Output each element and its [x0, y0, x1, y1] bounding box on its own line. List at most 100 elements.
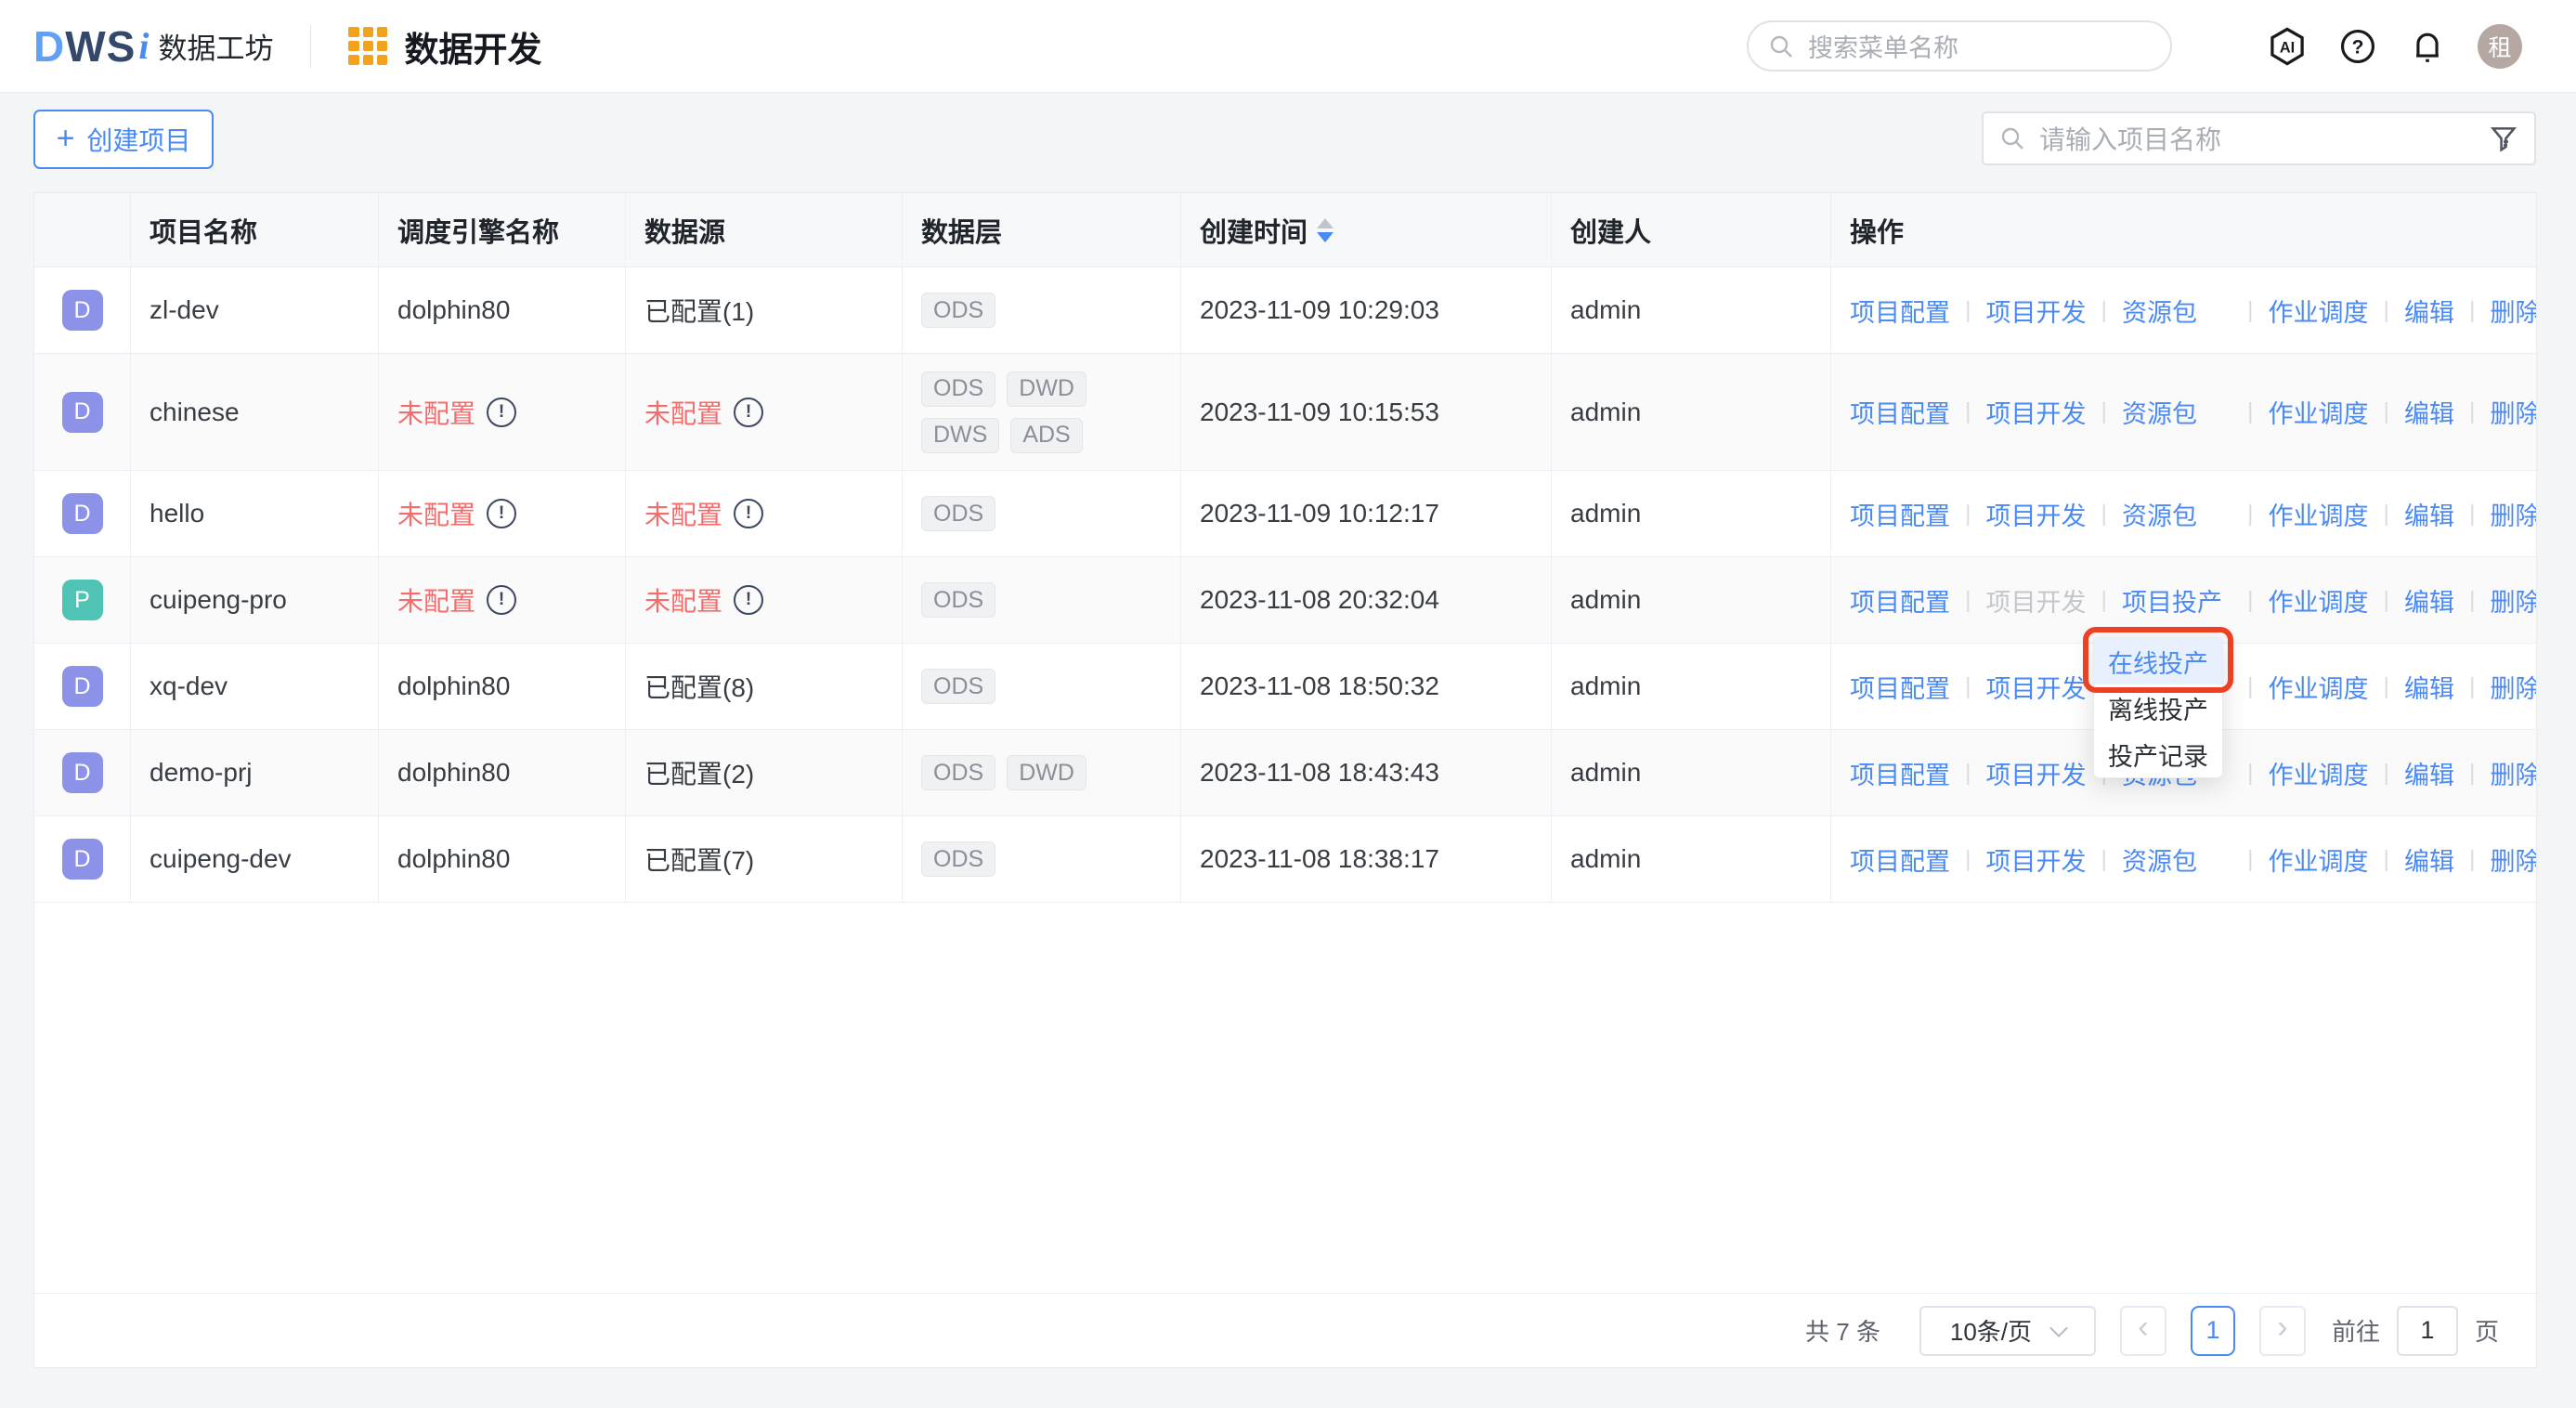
- goto-label: 前往: [2332, 1313, 2380, 1348]
- operation-link[interactable]: 删除: [2491, 841, 2537, 878]
- operation-link[interactable]: 资源包: [2122, 293, 2232, 329]
- datasource-cell: 未配置!: [626, 471, 903, 556]
- prev-page-button[interactable]: ‹: [2120, 1306, 2166, 1356]
- menu-search-input[interactable]: 搜索菜单名称: [1747, 20, 2172, 72]
- app-grid-icon[interactable]: [348, 27, 387, 66]
- operation-link[interactable]: 删除: [2491, 394, 2537, 430]
- operation-link[interactable]: 作业调度: [2269, 394, 2369, 430]
- datasource-cell-value: 已配置(2): [644, 754, 754, 791]
- dropdown-item-online-production[interactable]: 在线投产: [2094, 638, 2222, 684]
- operation-link[interactable]: 删除: [2491, 496, 2537, 532]
- creator: admin: [1552, 354, 1831, 470]
- datalayer-cell: ODS: [903, 267, 1181, 353]
- datalayer-cell: ODS: [903, 816, 1181, 902]
- operation-link[interactable]: 项目配置: [1850, 293, 1950, 329]
- operation-separator: |: [2247, 673, 2254, 700]
- notification-bell-icon[interactable]: [2407, 26, 2448, 67]
- goto-page-input[interactable]: [2397, 1306, 2458, 1356]
- datalayer-cell: ODS: [903, 557, 1181, 643]
- project-avatar: D: [62, 290, 103, 331]
- operation-link[interactable]: 作业调度: [2269, 669, 2369, 705]
- creator: admin: [1552, 557, 1831, 643]
- dropdown-item-offline-production[interactable]: 离线投产: [2094, 684, 2222, 731]
- operation-separator: |: [1965, 673, 1971, 700]
- sort-carets[interactable]: [1317, 218, 1334, 242]
- engine-cell-value: dolphin80: [397, 671, 510, 701]
- operation-link[interactable]: 作业调度: [2269, 755, 2369, 791]
- created-time: 2023-11-09 10:12:17: [1181, 471, 1552, 556]
- operation-link[interactable]: 作业调度: [2269, 496, 2369, 532]
- operation-link[interactable]: 项目配置: [1850, 496, 1950, 532]
- layer-tag: ODS: [921, 372, 995, 407]
- operation-link[interactable]: 项目投产: [2122, 582, 2232, 619]
- create-project-button[interactable]: + 创建项目: [33, 110, 214, 169]
- layer-tags: ODS: [921, 496, 995, 531]
- operation-link[interactable]: 项目开发: [1986, 496, 2087, 532]
- avatar-cell: D: [34, 644, 131, 729]
- layer-tag: ADS: [1010, 418, 1082, 453]
- column-header-operations: 操作: [1831, 193, 2536, 267]
- operation-separator: |: [1965, 501, 1971, 528]
- operation-link[interactable]: 资源包: [2122, 841, 2232, 878]
- operation-link[interactable]: 删除: [2491, 582, 2537, 619]
- operation-link[interactable]: 删除: [2491, 293, 2537, 329]
- datasource-cell-value: 已配置(8): [644, 668, 754, 705]
- filter-funnel-icon[interactable]: [2488, 123, 2519, 154]
- avatar-cell: D: [34, 730, 131, 815]
- operation-link[interactable]: 作业调度: [2269, 841, 2369, 878]
- menu-search-placeholder: 搜索菜单名称: [1808, 28, 1958, 64]
- page-unit-label: 页: [2475, 1313, 2499, 1348]
- operation-link[interactable]: 编辑: [2404, 755, 2454, 791]
- page-size-select[interactable]: 10条/页: [1919, 1306, 2096, 1356]
- operation-link[interactable]: 项目配置: [1850, 582, 1950, 619]
- table-row: Pcuipeng-pro未配置!未配置!ODS2023-11-08 20:32:…: [34, 557, 2536, 644]
- operation-link[interactable]: 资源包: [2122, 496, 2232, 532]
- operation-separator: |: [2384, 501, 2390, 528]
- project-avatar: D: [62, 839, 103, 880]
- warning-icon: !: [487, 585, 516, 615]
- operation-link[interactable]: 项目开发: [1986, 394, 2087, 430]
- operation-link[interactable]: 编辑: [2404, 496, 2454, 532]
- help-icon[interactable]: ?: [2338, 27, 2377, 66]
- avatar-cell: D: [34, 354, 131, 470]
- operation-separator: |: [1965, 846, 1971, 873]
- operation-link[interactable]: 删除: [2491, 669, 2537, 705]
- plus-icon: +: [57, 123, 75, 154]
- logo-i: i: [138, 24, 149, 68]
- dropdown-item-production-records[interactable]: 投产记录: [2094, 731, 2222, 777]
- engine-cell-value: dolphin80: [397, 295, 510, 325]
- user-avatar[interactable]: 租: [2478, 24, 2522, 69]
- operation-link[interactable]: 项目开发: [1986, 841, 2087, 878]
- created-time: 2023-11-09 10:15:53: [1181, 354, 1552, 470]
- operation-link[interactable]: 编辑: [2404, 293, 2454, 329]
- page-number-button[interactable]: 1: [2191, 1306, 2235, 1356]
- operation-link[interactable]: 编辑: [2404, 394, 2454, 430]
- operation-link[interactable]: 项目配置: [1850, 394, 1950, 430]
- sort-descending-icon[interactable]: [1317, 232, 1334, 242]
- operation-link[interactable]: 资源包: [2122, 394, 2232, 430]
- operation-link[interactable]: 编辑: [2404, 669, 2454, 705]
- ai-assistant-icon[interactable]: AI: [2266, 25, 2309, 68]
- operation-link[interactable]: 项目开发: [1986, 293, 2087, 329]
- operation-link[interactable]: 作业调度: [2269, 293, 2369, 329]
- operation-link[interactable]: 编辑: [2404, 582, 2454, 619]
- datasource-cell: 未配置!: [626, 354, 903, 470]
- operation-separator: |: [2247, 760, 2254, 787]
- operation-link[interactable]: 项目配置: [1850, 755, 1950, 791]
- operation-separator: |: [2247, 501, 2254, 528]
- project-name-search-input[interactable]: 请输入项目名称: [1982, 111, 2536, 165]
- next-page-button[interactable]: ›: [2259, 1306, 2306, 1356]
- operation-link[interactable]: 项目配置: [1850, 841, 1950, 878]
- operation-link: 项目开发: [1986, 582, 2087, 619]
- operation-link[interactable]: 项目开发: [1986, 755, 2087, 791]
- operation-link[interactable]: 删除: [2491, 755, 2537, 791]
- layer-tags: ODS: [921, 582, 995, 618]
- operation-link[interactable]: 项目开发: [1986, 669, 2087, 705]
- operation-link[interactable]: 编辑: [2404, 841, 2454, 878]
- operation-link[interactable]: 项目配置: [1850, 669, 1950, 705]
- sort-ascending-icon[interactable]: [1317, 218, 1334, 228]
- created-time: 2023-11-08 18:43:43: [1181, 730, 1552, 815]
- operation-separator: |: [2247, 846, 2254, 873]
- pagination-bar: 共 7 条 10条/页 ‹ 1 › 前往 页: [34, 1293, 2536, 1367]
- operation-link[interactable]: 作业调度: [2269, 582, 2369, 619]
